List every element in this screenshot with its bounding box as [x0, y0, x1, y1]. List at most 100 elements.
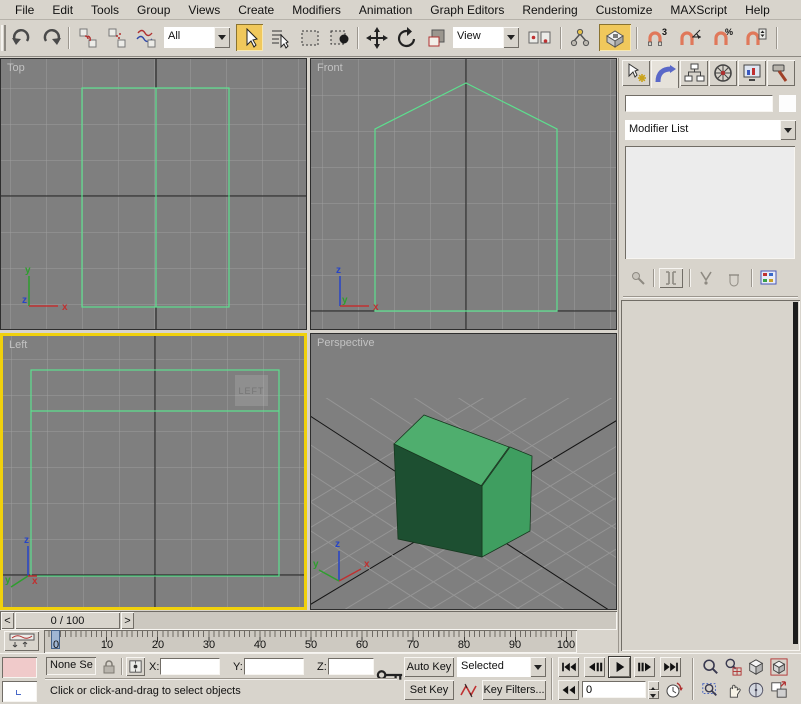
menu-animation[interactable]: Animation [350, 1, 421, 19]
use-pivot-point-center-button[interactable] [524, 24, 556, 51]
show-end-result-button[interactable] [659, 268, 683, 288]
rectangular-selection-region-button[interactable] [296, 24, 323, 51]
chevron-down-icon[interactable] [530, 657, 546, 677]
menu-modifiers[interactable]: Modifiers [283, 1, 350, 19]
undo-button[interactable] [8, 24, 35, 51]
y-coordinate-field[interactable] [244, 658, 304, 675]
zoom-button[interactable] [699, 657, 720, 677]
menu-tools[interactable]: Tools [82, 1, 128, 19]
menu-file[interactable]: File [6, 1, 43, 19]
zoom-all-button[interactable] [722, 657, 743, 677]
select-and-rotate-button[interactable] [393, 24, 420, 51]
select-and-scale-button[interactable] [423, 24, 450, 51]
angle-snap-toggle[interactable] [675, 24, 705, 51]
zoom-region-button[interactable] [699, 680, 720, 700]
modifier-stack-list[interactable] [625, 146, 795, 259]
tab-create[interactable] [622, 60, 650, 86]
viewport-perspective[interactable]: Perspective z x y [310, 333, 617, 610]
z-coordinate-field[interactable] [328, 658, 374, 675]
pan-button[interactable] [722, 680, 743, 700]
next-frame-button[interactable] [634, 657, 655, 677]
time-configuration-button[interactable] [663, 680, 684, 700]
chevron-down-icon[interactable] [214, 27, 230, 48]
select-and-link-button[interactable] [74, 24, 101, 51]
chevron-down-icon[interactable] [780, 120, 796, 140]
select-object-button[interactable] [236, 24, 263, 51]
menu-maxscript[interactable]: MAXScript [661, 1, 736, 19]
modifier-list-dropdown[interactable]: Modifier List [625, 120, 796, 140]
time-slider-thumb[interactable]: 0 / 100 [15, 612, 120, 629]
select-by-name-button[interactable] [266, 24, 293, 51]
time-step-back-button[interactable]: < [1, 612, 14, 629]
key-filters-button[interactable]: Key Filters... [482, 680, 546, 700]
menu-group[interactable]: Group [128, 1, 179, 19]
menu-graph-editors[interactable]: Graph Editors [421, 1, 513, 19]
selection-lock-toggle[interactable] [100, 658, 118, 675]
spinner-down-icon[interactable] [648, 690, 659, 699]
key-mode-toggle-button[interactable] [558, 680, 579, 700]
panel-scrollbar[interactable] [793, 302, 798, 644]
set-keys-button[interactable] [376, 667, 404, 686]
min-max-toggle-button[interactable] [768, 680, 789, 700]
menu-create[interactable]: Create [229, 1, 283, 19]
reference-coordinate-system-dropdown[interactable]: View [453, 27, 519, 48]
go-to-start-button[interactable] [558, 657, 579, 677]
play-animation-button[interactable] [608, 656, 631, 678]
x-coordinate-field[interactable] [160, 658, 220, 675]
open-mini-curve-editor-button[interactable] [4, 631, 39, 651]
redo-icon [43, 28, 61, 45]
object-color-swatch[interactable] [779, 95, 796, 112]
previous-frame-button[interactable] [584, 657, 605, 677]
default-tangent-button[interactable] [457, 680, 479, 700]
window-crossing-toggle[interactable] [326, 24, 353, 51]
set-key-button[interactable]: Set Key [404, 680, 454, 700]
spinner-snap-toggle[interactable] [741, 24, 771, 51]
spinner-up-icon[interactable] [648, 681, 659, 691]
bind-to-space-warp-button[interactable] [132, 24, 159, 51]
pin-stack-button[interactable] [627, 268, 649, 288]
select-and-move-button[interactable] [363, 24, 390, 51]
viewport-left[interactable]: Left LEFT z y x [0, 333, 307, 610]
tab-modify[interactable] [651, 60, 679, 88]
viewport-ghost-label: LEFT [235, 375, 268, 406]
time-slider-track[interactable]: < 0 / 100 > [0, 611, 617, 630]
toolbar-drag-handle[interactable] [1, 25, 6, 51]
menu-edit[interactable]: Edit [43, 1, 82, 19]
remove-modifier-button[interactable] [723, 268, 745, 288]
menu-help[interactable]: Help [736, 1, 779, 19]
snaps-toggle-button[interactable]: 3 [642, 24, 672, 51]
selection-filter-dropdown[interactable]: All [164, 27, 230, 48]
percent-snap-toggle[interactable]: % [708, 24, 738, 51]
key-mode-dropdown[interactable]: Selected [457, 657, 546, 677]
redo-button[interactable] [37, 24, 64, 51]
tab-utilities[interactable] [767, 60, 795, 86]
arc-rotate-button[interactable] [745, 680, 766, 700]
scale-icon [428, 29, 444, 46]
keyboard-shortcut-override-toggle[interactable] [599, 24, 631, 51]
house-model[interactable] [393, 414, 533, 558]
tab-display[interactable] [738, 60, 766, 86]
configure-modifier-sets-button[interactable] [757, 268, 781, 288]
tab-hierarchy[interactable] [680, 60, 708, 86]
chevron-down-icon[interactable] [503, 27, 519, 48]
object-name-field[interactable] [625, 95, 773, 112]
frame-spinner[interactable] [648, 681, 659, 699]
unlink-selection-button[interactable] [103, 24, 130, 51]
select-and-manipulate-button[interactable] [566, 24, 593, 51]
maxscript-listener-swatch[interactable] [2, 681, 37, 702]
current-frame-field[interactable] [582, 681, 646, 698]
tab-motion[interactable] [709, 60, 737, 86]
menu-rendering[interactable]: Rendering [513, 1, 586, 19]
zoom-extents-all-button[interactable] [768, 657, 789, 677]
auto-key-button[interactable]: Auto Key [404, 657, 454, 677]
menu-views[interactable]: Views [179, 1, 229, 19]
viewport-front[interactable]: Front z x y [310, 58, 617, 330]
viewport-top[interactable]: Top y x z [0, 58, 307, 330]
menu-customize[interactable]: Customize [587, 1, 662, 19]
make-unique-button[interactable] [695, 268, 717, 288]
go-to-end-button[interactable] [660, 657, 681, 677]
zoom-extents-button[interactable] [745, 657, 766, 677]
time-step-forward-button[interactable]: > [121, 612, 134, 629]
absolute-offset-mode-toggle[interactable] [126, 657, 145, 676]
maxscript-macro-recorder-swatch[interactable] [2, 657, 37, 678]
